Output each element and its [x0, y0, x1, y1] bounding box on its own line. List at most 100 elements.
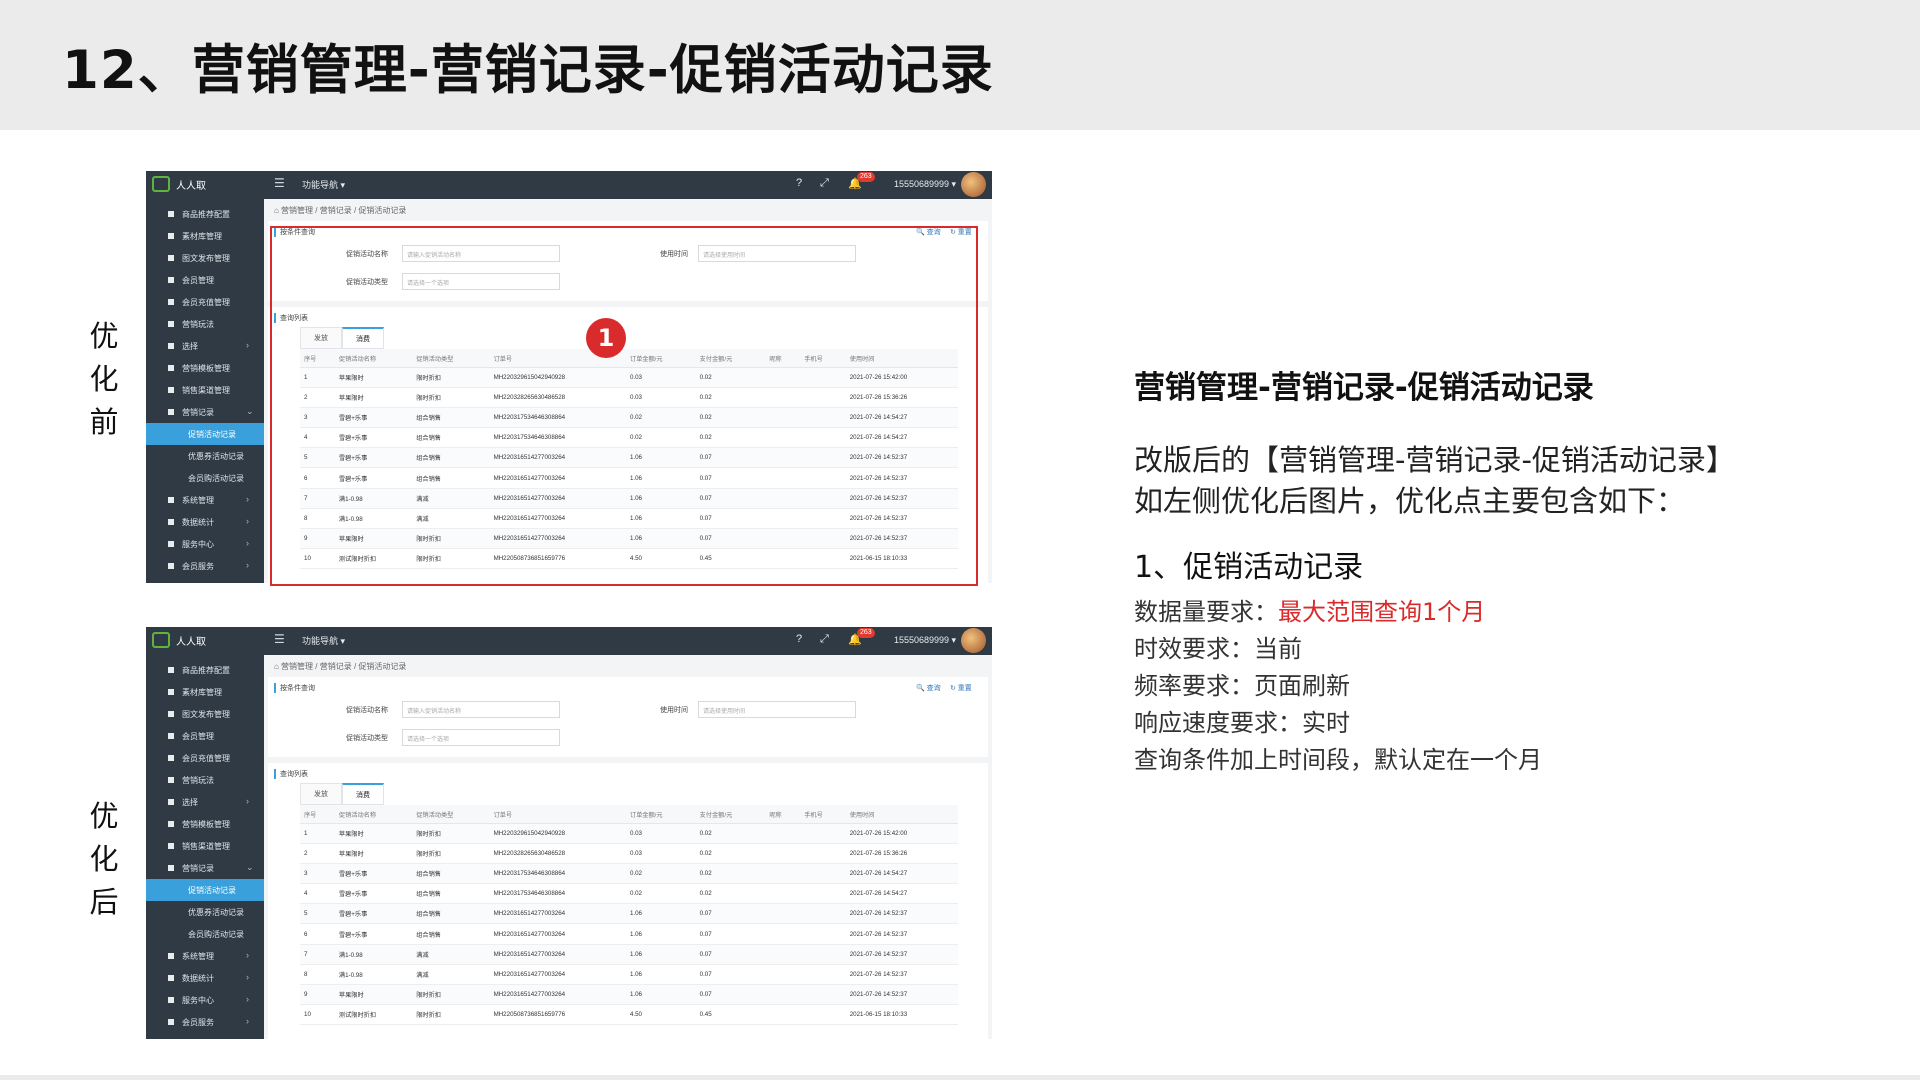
menu-bullet-icon — [168, 299, 174, 305]
table-cell — [765, 823, 801, 845]
req-speed: 响应速度要求：实时 — [1134, 709, 1350, 737]
table-cell: 0.03 — [625, 823, 696, 845]
sidebar-item-label: 图文发布管理 — [182, 710, 230, 719]
sidebar-item[interactable]: 营销玩法 — [146, 313, 264, 335]
table-cell — [765, 883, 801, 905]
sidebar-item[interactable]: 选择 › — [146, 791, 264, 813]
sidebar-item[interactable]: 数据统计 › — [146, 967, 264, 989]
table-cell: 0.02 — [695, 863, 766, 885]
sidebar-item[interactable]: 会员购活动记录 — [146, 923, 264, 945]
help-icon[interactable]: ? — [796, 177, 802, 189]
sidebar-item[interactable]: 会员购活动记录 — [146, 467, 264, 489]
sidebar-item[interactable]: 营销模板管理 — [146, 813, 264, 835]
sidebar-item[interactable]: 促销活动记录 — [146, 879, 264, 901]
table-cell — [800, 843, 846, 865]
sidebar-item[interactable]: 服务中心 › — [146, 989, 264, 1011]
menu-toggle-icon[interactable]: ☰ — [274, 632, 285, 646]
table-cell: 6 — [300, 923, 335, 945]
table-cell — [765, 944, 801, 965]
sidebar-item[interactable]: 营销模板管理 — [146, 357, 264, 379]
sidebar-item-label: 会员充值管理 — [182, 298, 230, 307]
table-cell: 限时折扣 — [412, 823, 490, 845]
sidebar-item-label: 会员充值管理 — [182, 754, 230, 763]
sidebar-item[interactable]: 营销记录 ⌄ — [146, 401, 264, 423]
menu-bullet-icon — [168, 409, 174, 415]
table-cell: 限时折扣 — [412, 1004, 490, 1025]
req-data-value: 最大范围查询1个月 — [1278, 598, 1486, 626]
sidebar-item[interactable]: 优惠券活动记录 — [146, 445, 264, 467]
tab-consume[interactable]: 消费 — [342, 783, 384, 805]
sidebar-item[interactable]: 促销活动记录 — [146, 423, 264, 445]
promo-name-input[interactable]: 请输入促销活动名称 — [402, 701, 560, 718]
menu-bullet-icon — [168, 953, 174, 959]
table-row: 9 苹果限时 限时折扣 MH220316514277003264 1.06 0.07 202… — [300, 984, 958, 1005]
sidebar-item[interactable]: 商品推荐配置 — [146, 659, 264, 681]
fullscreen-icon[interactable]: ⤢ — [820, 633, 829, 646]
column-header: 促销活动类型 — [412, 805, 490, 824]
sidebar-item-label: 营销玩法 — [182, 320, 214, 329]
sidebar-item[interactable]: 系统管理 › — [146, 489, 264, 511]
sidebar-item[interactable]: 会员服务 › — [146, 1011, 264, 1033]
table-cell: 0.02 — [695, 843, 766, 865]
sidebar-item-label: 促销活动记录 — [188, 886, 236, 895]
avatar[interactable] — [961, 172, 986, 197]
menu-toggle-icon[interactable]: ☰ — [274, 176, 285, 190]
sidebar-item-label: 系统管理 — [182, 496, 214, 505]
sidebar-item-label: 营销记录 — [182, 864, 214, 873]
chevron-icon: › — [246, 340, 249, 350]
sidebar-item[interactable]: 销售渠道管理 — [146, 835, 264, 857]
sidebar-item[interactable]: 营销玩法 — [146, 769, 264, 791]
tab-issue[interactable]: 发放 — [300, 783, 342, 805]
table-cell: 3 — [300, 863, 335, 885]
use-time-input[interactable]: 请选择使用时间 — [698, 701, 856, 718]
sidebar-item[interactable]: 会员充值管理 — [146, 747, 264, 769]
sidebar-item[interactable]: 会员管理 — [146, 269, 264, 291]
sidebar-item[interactable]: 营销记录 ⌄ — [146, 857, 264, 879]
table-cell — [800, 863, 846, 885]
marker-badge: 1 — [586, 318, 626, 358]
table-cell — [800, 883, 846, 905]
menu-bullet-icon — [168, 799, 174, 805]
sidebar-item[interactable]: 数据统计 › — [146, 511, 264, 533]
sidebar-item-label: 会员管理 — [182, 276, 214, 285]
sidebar-item[interactable]: 选择 › — [146, 335, 264, 357]
table-cell: 2 — [300, 843, 335, 865]
sidebar-item[interactable]: 服务中心 › — [146, 533, 264, 555]
menu-bullet-icon — [168, 365, 174, 371]
sidebar-item[interactable]: 会员充值管理 — [146, 291, 264, 313]
table-cell: 雪碧+乐事 — [334, 863, 413, 885]
chevron-icon: › — [246, 494, 249, 504]
column-header: 支付金额/元 — [695, 805, 766, 824]
table-row: 1 苹果限时 限时折扣 MH2203296150429409​28 0.03 0.02 20… — [300, 823, 958, 845]
table-cell: 2021-07-26 14:54:27 — [845, 883, 958, 905]
nav-dropdown[interactable]: 功能导航 ▾ — [302, 178, 345, 191]
nav-dropdown[interactable]: 功能导航 ▾ — [302, 634, 345, 647]
menu-bullet-icon — [168, 733, 174, 739]
search-button[interactable]: 🔍 查询 — [916, 683, 941, 693]
fullscreen-icon[interactable]: ⤢ — [820, 177, 829, 190]
sidebar-item[interactable]: 优惠券活动记录 — [146, 901, 264, 923]
sidebar-item[interactable]: 销售渠道管理 — [146, 379, 264, 401]
help-icon[interactable]: ? — [796, 633, 802, 645]
promo-type-select[interactable]: 请选择一个选项 — [402, 729, 560, 746]
table-cell: 0.07 — [695, 903, 766, 925]
sidebar-item[interactable]: 会员管理 — [146, 725, 264, 747]
sidebar-item[interactable]: 素材库管理 — [146, 681, 264, 703]
user-menu[interactable]: 15550689999 ▾ — [894, 635, 956, 646]
table-cell: 0.07 — [695, 944, 766, 965]
table-cell: 1.06 — [625, 964, 696, 985]
optimization-point: 1、促销活动记录 — [1134, 550, 1364, 585]
table-cell: MH220328265630486528 — [489, 843, 626, 865]
sidebar-item[interactable]: 图文发布管理 — [146, 703, 264, 725]
query-panel-title: 按条件查询 — [274, 683, 315, 693]
sidebar-item[interactable]: 会员服务 › — [146, 555, 264, 577]
reset-button[interactable]: ↻ 重置 — [950, 683, 972, 693]
avatar[interactable] — [961, 628, 986, 653]
sidebar-item[interactable]: 图文发布管理 — [146, 247, 264, 269]
sidebar-item[interactable]: 商品推荐配置 — [146, 203, 264, 225]
sidebar-item[interactable]: 系统管理 › — [146, 945, 264, 967]
sidebar-item[interactable]: 素材库管理 — [146, 225, 264, 247]
user-menu[interactable]: 15550689999 ▾ — [894, 179, 956, 190]
menu-bullet-icon — [168, 777, 174, 783]
table-cell: 组合销售 — [412, 923, 490, 945]
